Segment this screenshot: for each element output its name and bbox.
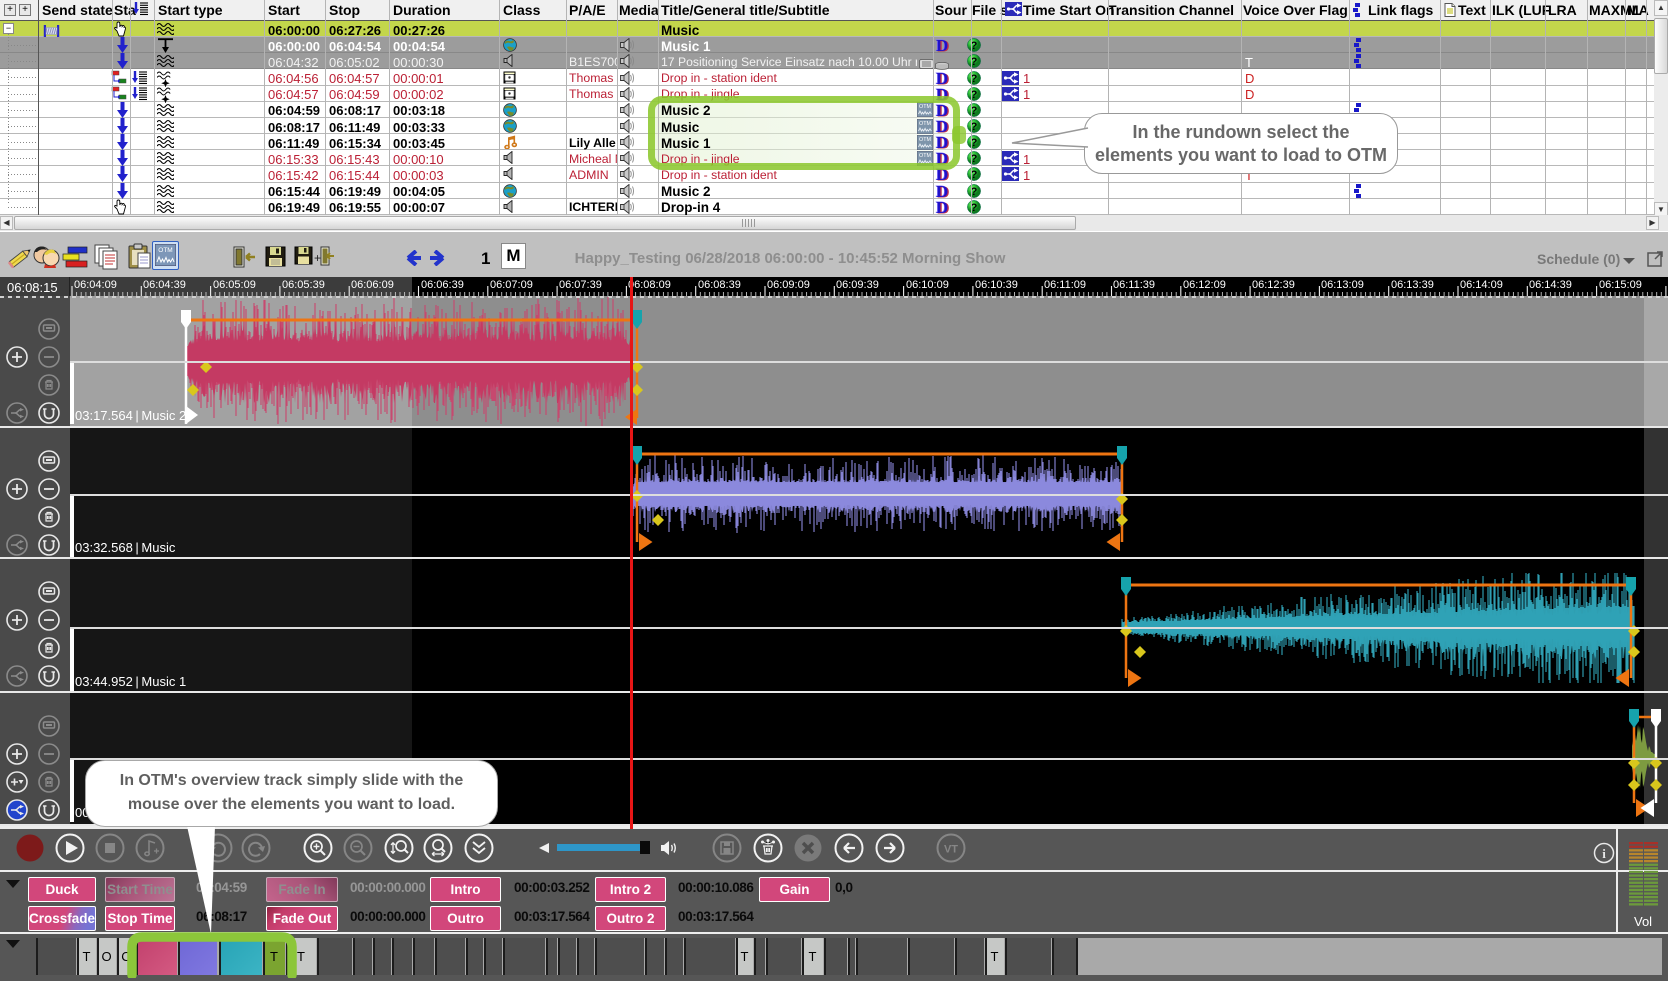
svg-text:i: i: [1602, 846, 1606, 861]
svg-text:OTM: OTM: [158, 247, 172, 254]
svg-text:VT: VT: [944, 844, 958, 856]
svg-text:+: +: [314, 251, 321, 265]
